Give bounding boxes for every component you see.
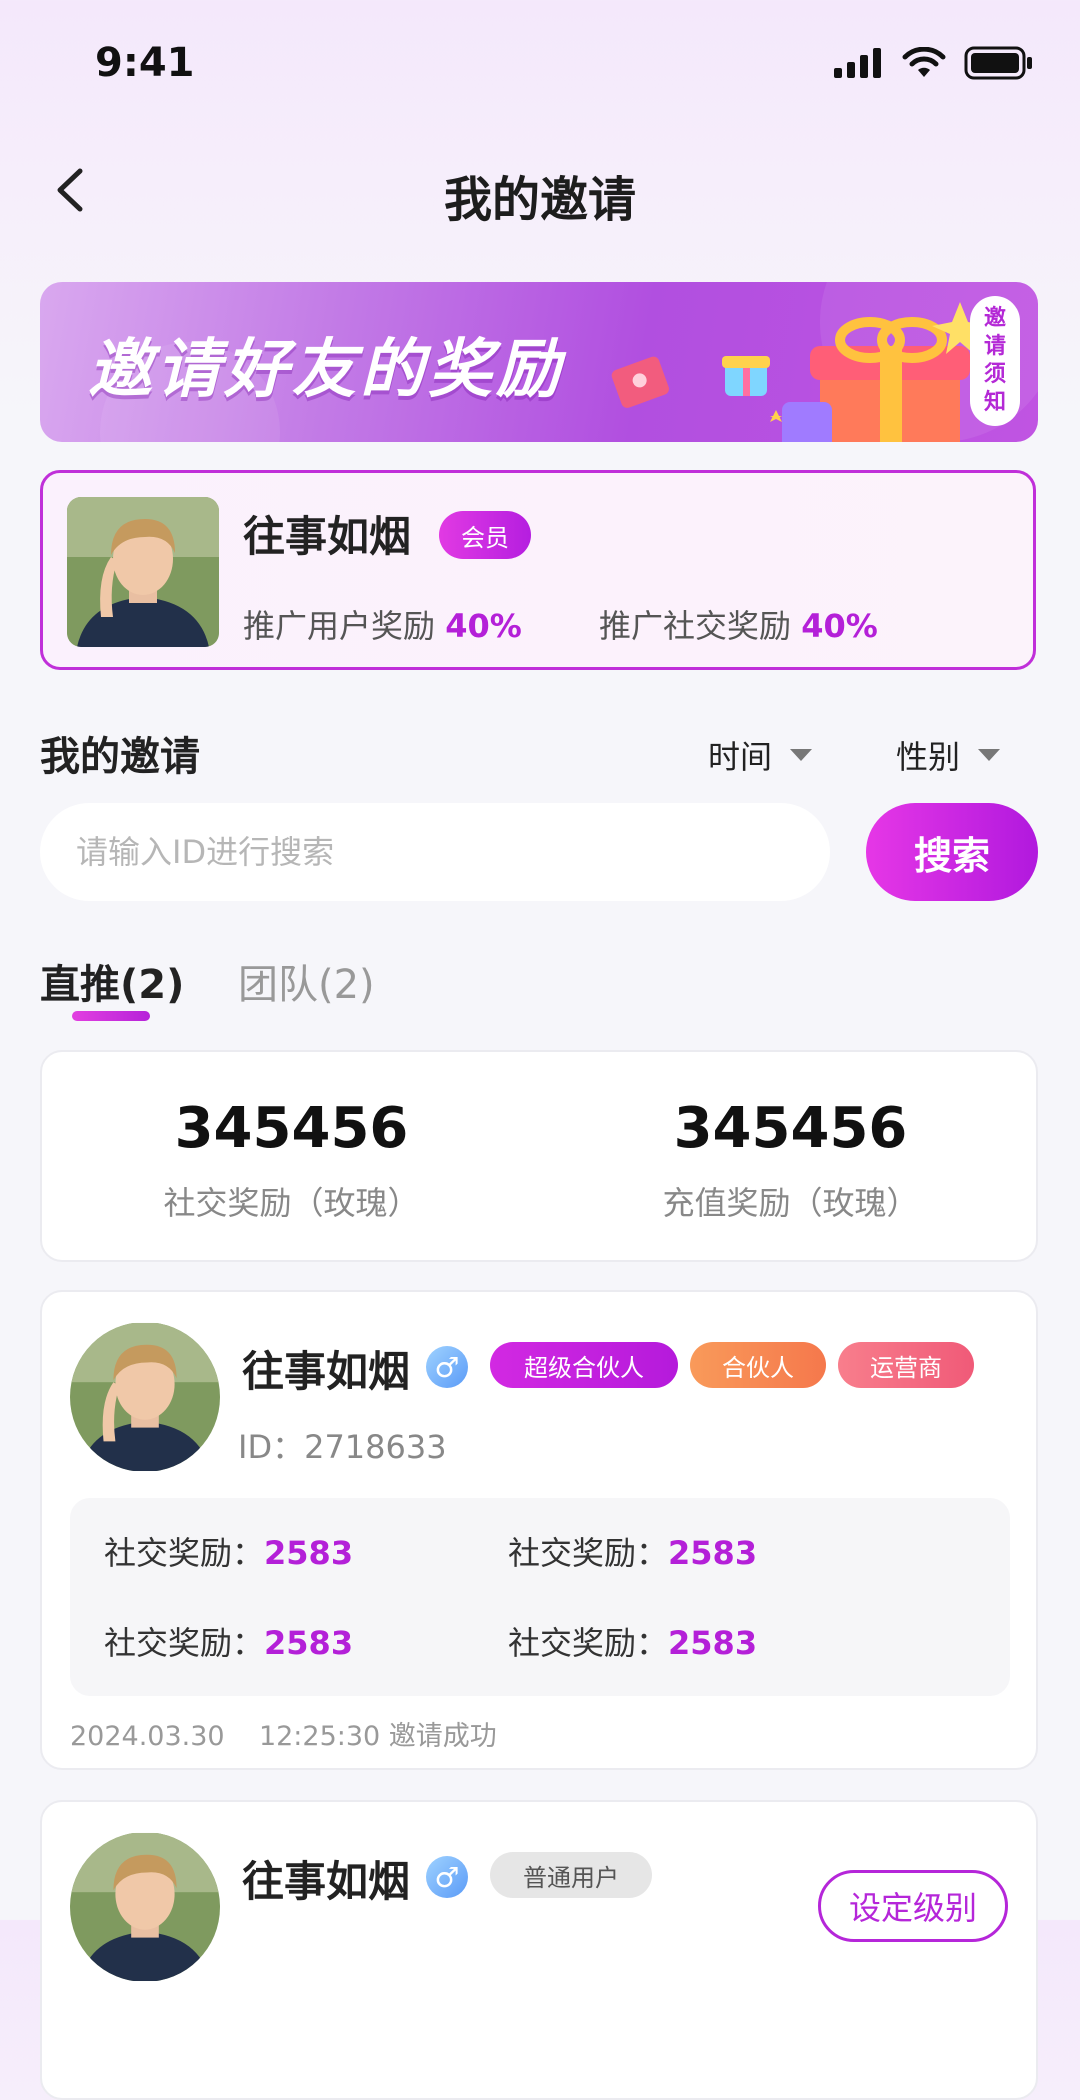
wifi-icon [902, 47, 946, 77]
social-reward-total-label: 社交奖励（玫瑰） [163, 1184, 420, 1222]
social-reward-stat: 推广社交奖励 40% [599, 601, 878, 647]
social-reward-value: 40% [801, 607, 878, 645]
member-badge: 会员 [439, 511, 531, 559]
gender-filter-label: 性别 [896, 738, 961, 776]
banner-title: 邀请好友的奖励 [88, 333, 564, 407]
notice-char: 请 [983, 334, 1006, 359]
page-title: 我的邀请 [443, 172, 636, 228]
tab-direct[interactable]: 直推(2) [40, 952, 184, 1010]
reward-totals-card: 345456 社交奖励（玫瑰） 345456 充值奖励（玫瑰） [40, 1050, 1038, 1262]
notice-char: 邀 [983, 306, 1006, 331]
caret-down-icon [790, 749, 813, 761]
user-reward-label: 推广用户奖励 [243, 607, 436, 645]
male-icon: ♂ [426, 1346, 468, 1388]
member-name: 往事如烟 [242, 1347, 411, 1396]
member-rewards-panel: 社交奖励：2583 社交奖励：2583 社交奖励：2583 社交奖励：2583 [70, 1498, 1010, 1696]
red-envelope-icon [611, 356, 669, 408]
set-level-button[interactable]: 设定级别 [818, 1870, 1008, 1942]
notice-char: 须 [983, 362, 1006, 387]
recharge-reward-total-label: 充值奖励（玫瑰） [662, 1184, 919, 1222]
avatar [70, 1832, 220, 1982]
male-icon: ♂ [426, 1856, 468, 1898]
member-id: ID：2718633 [238, 1428, 447, 1466]
avatar [67, 497, 219, 647]
user-reward-value: 40% [445, 607, 522, 645]
status-icons [834, 46, 1034, 80]
notice-char: 知 [983, 390, 1006, 415]
invite-time: 12:25:30 [258, 1721, 381, 1752]
battery-icon [964, 46, 1032, 80]
time-filter-dropdown[interactable]: 时间 [708, 732, 813, 778]
tag-partner: 合伙人 [690, 1342, 826, 1388]
profile-name: 往事如烟 [243, 512, 412, 561]
reward-label: 社交奖励： [104, 1624, 265, 1662]
user-reward-stat: 推广用户奖励 40% [243, 601, 522, 647]
invite-footer: 2024.03.30 12:25:30 邀请成功 [70, 1714, 497, 1753]
recharge-reward-total: 345456 [673, 1096, 908, 1161]
active-tab-indicator [72, 1011, 150, 1021]
invite-date: 2024.03.30 [70, 1721, 225, 1752]
member-name: 往事如烟 [242, 1857, 411, 1906]
reward-item: 社交奖励：2583 [508, 1618, 757, 1664]
tag-operator: 运营商 [838, 1342, 974, 1388]
member-card[interactable]: 往事如烟 ♂ 普通用户 设定级别 [40, 1800, 1038, 2100]
reward-label: 社交奖励： [508, 1534, 669, 1572]
tag-normal-user: 普通用户 [490, 1852, 652, 1898]
invites-section-title: 我的邀请 [40, 734, 200, 780]
time-filter-label: 时间 [708, 738, 773, 776]
avatar [70, 1322, 220, 1472]
member-card[interactable]: 往事如烟 ♂ 超级合伙人 合伙人 运营商 ID：2718633 社交奖励：258… [40, 1290, 1038, 1770]
search-button[interactable]: 搜索 [866, 803, 1038, 901]
reward-value: 2583 [264, 1624, 354, 1662]
invite-reward-banner[interactable]: 邀请好友的奖励 邀 请 须 知 [40, 282, 1038, 442]
social-reward-label: 推广社交奖励 [599, 607, 792, 645]
signal-icon [834, 48, 881, 78]
invite-notice-button[interactable]: 邀 请 须 知 [970, 296, 1020, 426]
tab-team[interactable]: 团队(2) [238, 952, 375, 1010]
reward-item: 社交奖励：2583 [104, 1618, 353, 1664]
reward-item: 社交奖励：2583 [508, 1528, 757, 1574]
reward-value: 2583 [668, 1624, 758, 1662]
my-profile-card: 往事如烟 会员 推广用户奖励 40% 推广社交奖励 40% [40, 470, 1036, 670]
status-time: 9:41 [95, 40, 195, 86]
social-reward-total: 345456 [174, 1096, 409, 1161]
tag-super-partner: 超级合伙人 [490, 1342, 678, 1388]
reward-value: 2583 [668, 1534, 758, 1572]
reward-label: 社交奖励： [508, 1624, 669, 1662]
small-gift-icon [722, 356, 770, 396]
reward-label: 社交奖励： [104, 1534, 265, 1572]
reward-value: 2583 [264, 1534, 354, 1572]
caret-down-icon [978, 749, 1001, 761]
reward-item: 社交奖励：2583 [104, 1528, 353, 1574]
invite-status: 邀请成功 [388, 1721, 497, 1752]
search-input[interactable] [40, 803, 830, 901]
gender-filter-dropdown[interactable]: 性别 [896, 732, 1001, 778]
